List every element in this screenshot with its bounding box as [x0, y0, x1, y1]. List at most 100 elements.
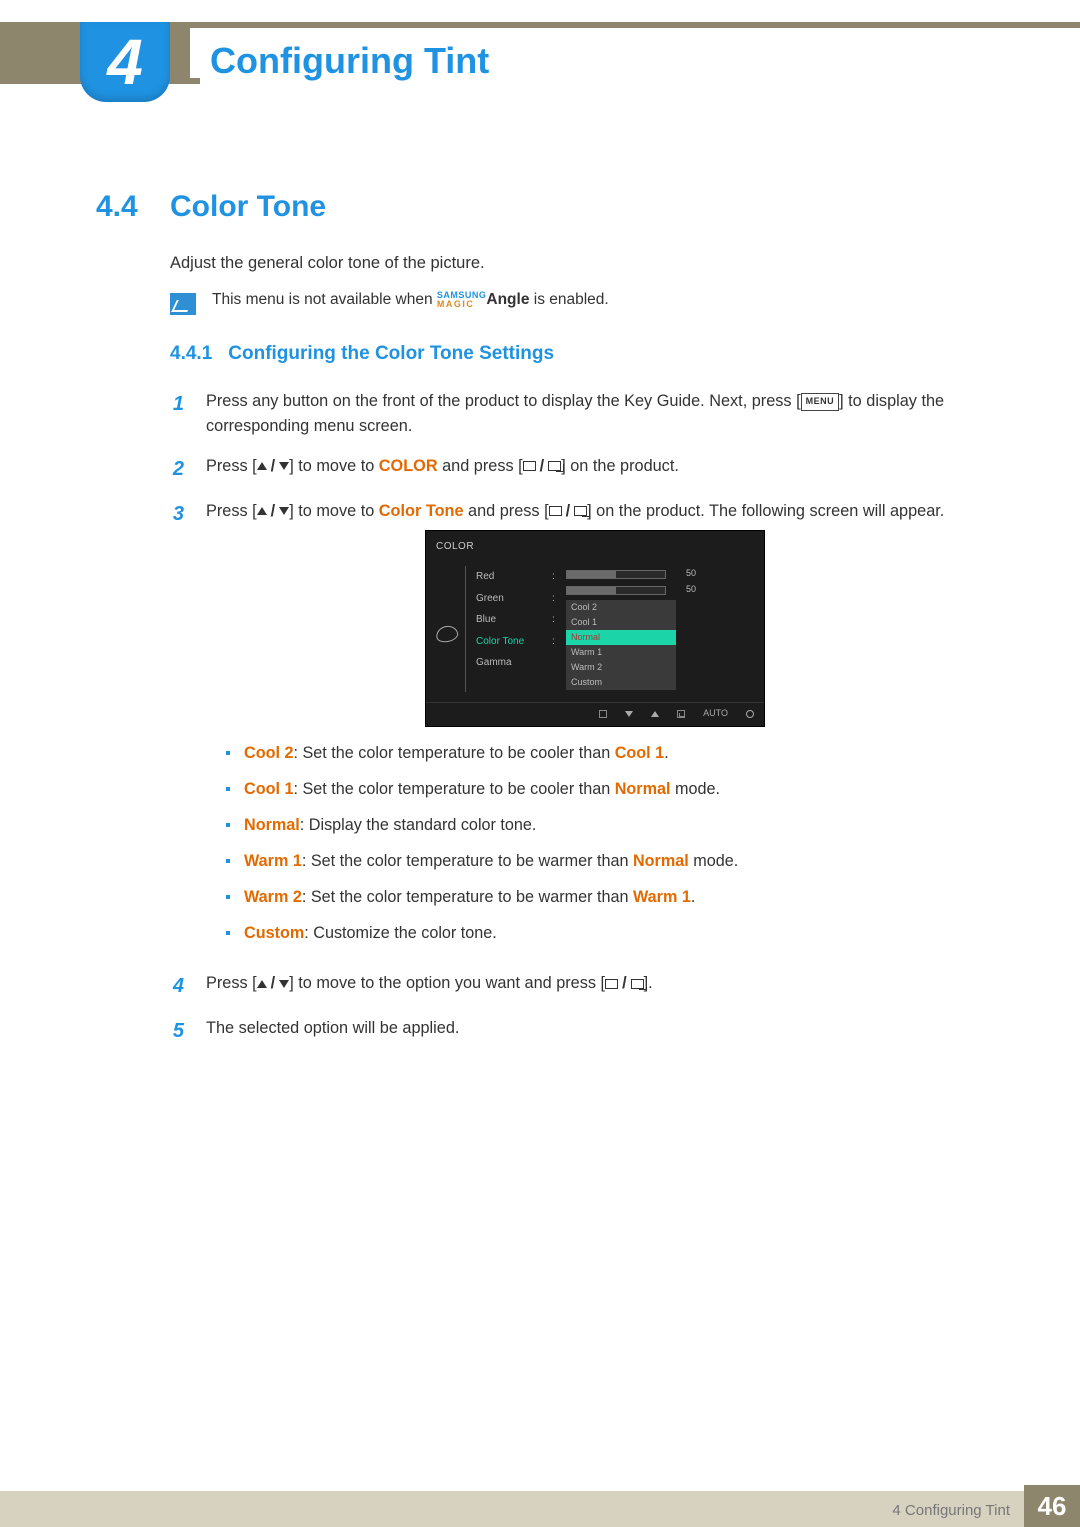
page-number-badge: 46	[1024, 1485, 1080, 1527]
note-suffix: is enabled.	[529, 291, 608, 308]
footer-back-icon	[599, 710, 607, 718]
chapter-number-badge: 4	[80, 22, 170, 102]
t: : Display the standard color tone.	[300, 816, 537, 834]
value-green: 50	[674, 583, 696, 597]
menu-button-icon: MENU	[801, 393, 840, 411]
t: : Set the color temperature to be cooler…	[293, 744, 614, 762]
dd-opt-selected: Normal	[566, 630, 676, 645]
osd-label-green: Green	[476, 588, 552, 610]
osd-label-blue: Blue	[476, 609, 552, 631]
select-enter-icon: /	[605, 971, 644, 996]
step-body: Press [/] to move to Color Tone and pres…	[206, 499, 984, 957]
up-down-icon: /	[257, 499, 290, 524]
brand-suffix: Angle	[486, 291, 529, 308]
step-1: 1 Press any button on the front of the p…	[170, 389, 984, 440]
step-number: 2	[170, 454, 184, 485]
kw: Warm 1	[244, 852, 302, 870]
dd-opt: Cool 2	[566, 600, 676, 615]
brand-bottom: MAGIC	[437, 300, 487, 309]
section-intro: Adjust the general color tone of the pic…	[170, 254, 984, 273]
dd-opt: Cool 1	[566, 615, 676, 630]
up-down-icon: /	[257, 454, 290, 479]
kw: Color Tone	[379, 502, 464, 520]
footer-label: 4 Configuring Tint	[892, 1502, 1010, 1519]
t: Press [	[206, 502, 257, 520]
opt-warm1: Warm 1: Set the color temperature to be …	[226, 849, 984, 875]
footer-auto: AUTO	[703, 707, 728, 721]
opt-normal: Normal: Display the standard color tone.	[226, 813, 984, 839]
dd-opt: Warm 1	[566, 645, 676, 660]
note-prefix: This menu is not available when	[212, 291, 437, 308]
section-number: 4.4	[96, 190, 146, 224]
dd-opt: Warm 2	[566, 660, 676, 675]
t: Press [	[206, 457, 257, 475]
osd-colons: ::::	[552, 566, 566, 692]
step-body: Press [/] to move to COLOR and press [/]…	[206, 454, 984, 485]
t: ] on the product.	[561, 457, 679, 475]
t: ] to move to	[289, 502, 379, 520]
osd-label-red: Red	[476, 566, 552, 588]
option-list: Cool 2: Set the color temperature to be …	[226, 741, 984, 947]
footer-down-icon	[625, 711, 633, 717]
note: This menu is not available when SAMSUNGM…	[170, 291, 984, 315]
osd-footer: AUTO	[426, 702, 764, 726]
t: Press any button on the front of the pro…	[206, 392, 801, 410]
t: mode.	[689, 852, 739, 870]
kw: Normal	[244, 816, 300, 834]
steps-list: 1 Press any button on the front of the p…	[170, 389, 984, 1047]
subsection-heading: 4.4.1 Configuring the Color Tone Setting…	[170, 343, 984, 365]
osd-label-gamma: Gamma	[476, 652, 552, 674]
t: and press [	[464, 502, 549, 520]
samsung-magic-logo: SAMSUNGMAGIC	[437, 291, 487, 309]
section-title: Color Tone	[170, 190, 326, 224]
kw: Cool 1	[244, 780, 293, 798]
opt-custom: Custom: Customize the color tone.	[226, 921, 984, 947]
footer-power-icon	[746, 710, 754, 718]
t: : Customize the color tone.	[304, 924, 497, 942]
note-text: This menu is not available when SAMSUNGM…	[212, 291, 609, 309]
osd-title: COLOR	[426, 537, 764, 561]
osd-curve	[438, 566, 466, 692]
page-content: 4.4 Color Tone Adjust the general color …	[96, 190, 984, 1061]
osd-row-green: 50	[566, 582, 748, 598]
t: : Set the color temperature to be cooler…	[293, 780, 614, 798]
t: ] to move to the option you want and pre…	[289, 974, 605, 992]
kw: Custom	[244, 924, 304, 942]
t: and press [	[438, 457, 523, 475]
kw: Cool 1	[615, 744, 664, 762]
step-2: 2 Press [/] to move to COLOR and press […	[170, 454, 984, 485]
kw: Warm 1	[633, 888, 691, 906]
t: ] on the product. The following screen w…	[587, 502, 944, 520]
subsection-title: Configuring the Color Tone Settings	[228, 343, 554, 365]
footer-up-icon	[651, 711, 659, 717]
up-down-icon: /	[257, 971, 290, 996]
t: : Set the color temperature to be warmer…	[302, 852, 633, 870]
footer-enter-icon	[677, 710, 685, 718]
step-number: 5	[170, 1016, 184, 1047]
subsection-number: 4.4.1	[170, 343, 212, 365]
t: .	[691, 888, 696, 906]
note-icon	[170, 293, 196, 315]
slider-red	[566, 570, 666, 579]
section-heading: 4.4 Color Tone	[96, 190, 984, 224]
osd-row-red: 50	[566, 566, 748, 582]
step-4: 4 Press [/] to move to the option you wa…	[170, 971, 984, 1002]
value-red: 50	[674, 567, 696, 581]
opt-warm2: Warm 2: Set the color temperature to be …	[226, 885, 984, 911]
select-enter-icon: /	[549, 499, 588, 524]
step-number: 3	[170, 499, 184, 957]
kw: Normal	[633, 852, 689, 870]
kw: Warm 2	[244, 888, 302, 906]
t: ] to move to	[289, 457, 379, 475]
osd-screenshot: COLOR Red Green Blue Color Tone	[206, 530, 984, 727]
step-number: 1	[170, 389, 184, 440]
step-number: 4	[170, 971, 184, 1002]
chapter-title: Configuring Tint	[200, 36, 1080, 86]
step-body: Press [/] to move to the option you want…	[206, 971, 984, 1002]
kw: COLOR	[379, 457, 438, 475]
osd-values: 50 50 Cool 2 Cool	[566, 566, 748, 692]
opt-cool2: Cool 2: Set the color temperature to be …	[226, 741, 984, 767]
t: mode.	[671, 780, 721, 798]
palette-icon	[435, 624, 460, 644]
t: : Set the color temperature to be warmer…	[302, 888, 633, 906]
